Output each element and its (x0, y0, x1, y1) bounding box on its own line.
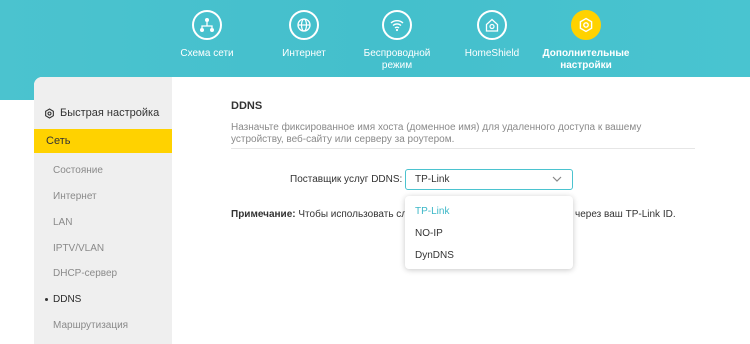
sidebar-item-ddns[interactable]: DDNS (45, 294, 82, 305)
gear-icon (571, 10, 601, 40)
sidebar-item-ddns-label: DDNS (53, 294, 82, 305)
sidebar-item-lan[interactable]: LAN (53, 217, 72, 228)
sidebar: Быстрая настройка Сеть Состояние Интерне… (34, 77, 172, 344)
network-map-icon (192, 10, 222, 40)
dropdown-option-tplink[interactable]: TP-Link (415, 206, 449, 217)
sidebar-quick-setup[interactable]: Быстрая настройка (44, 107, 159, 119)
nav-wireless[interactable]: Беспроводной режим (342, 10, 452, 72)
provider-select-value: TP-Link (415, 174, 450, 185)
selected-dot (45, 298, 48, 301)
nav-label: Дополнительные настройки (542, 48, 630, 71)
nav-network-map[interactable]: Схема сети (152, 10, 262, 60)
divider (231, 148, 695, 149)
dropdown-option-dyndns[interactable]: DynDNS (415, 250, 454, 261)
sidebar-quick-setup-label: Быстрая настройка (60, 107, 160, 119)
note-label: Примечание: (231, 209, 296, 220)
homeshield-icon (477, 10, 507, 40)
content-area: DDNS Назначьте фиксированное имя хоста (… (172, 77, 750, 344)
nav-advanced[interactable]: Дополнительные настройки (531, 10, 641, 72)
page-description: Назначьте фиксированное имя хоста (домен… (231, 122, 642, 145)
provider-label: Поставщик услуг DDNS: (290, 174, 403, 185)
note: Примечание: Чтобы использовать слу через… (231, 209, 676, 220)
nav-label: Схема сети (180, 48, 234, 59)
note-tail: через ваш TP-Link ID. (575, 209, 676, 220)
sidebar-item-dhcp[interactable]: DHCP-сервер (53, 268, 117, 279)
sidebar-item-routing[interactable]: Маршрутизация (53, 320, 128, 331)
quick-setup-icon (45, 107, 54, 119)
provider-dropdown: TP-Link NO-IP DynDNS (405, 196, 573, 269)
note-text: Чтобы использовать слу (298, 209, 413, 220)
sidebar-item-status[interactable]: Состояние (53, 165, 103, 176)
nav-label: Беспроводной режим (363, 48, 431, 71)
sidebar-section-network[interactable]: Сеть (34, 129, 172, 153)
sidebar-item-iptv[interactable]: IPTV/VLAN (53, 243, 104, 254)
main-panel: Быстрая настройка Сеть Состояние Интерне… (34, 77, 750, 344)
sidebar-item-internet[interactable]: Интернет (53, 191, 97, 202)
provider-select[interactable]: TP-Link (405, 169, 573, 190)
globe-icon (289, 10, 319, 40)
dropdown-option-noip[interactable]: NO-IP (415, 228, 443, 239)
wifi-icon (382, 10, 412, 40)
page-title: DDNS (231, 100, 263, 112)
chevron-down-icon (552, 176, 562, 182)
